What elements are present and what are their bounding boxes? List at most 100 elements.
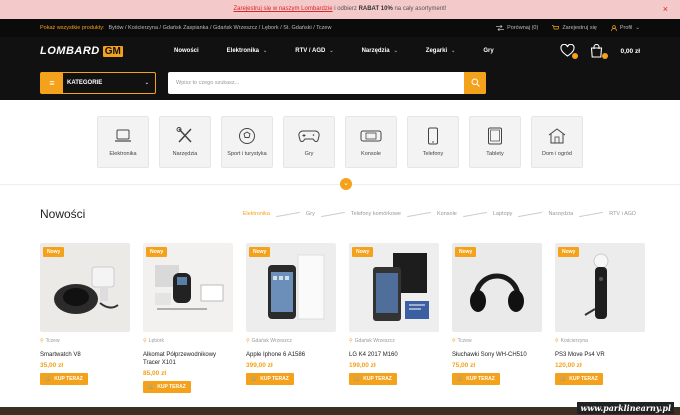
buy-now-button[interactable]: 🛒 KUP TERAZ [349, 373, 397, 385]
category-tile-gry[interactable]: Gry [283, 116, 335, 168]
buy-now-label: KUP TERAZ [569, 376, 598, 382]
menu-item-label: Elektronika [226, 48, 260, 54]
cart-total[interactable]: 0,00 zł [620, 48, 640, 55]
product-image[interactable]: Nowy [349, 243, 439, 332]
close-icon[interactable]: × [663, 0, 668, 19]
product-image[interactable]: Nowy [40, 243, 130, 332]
tab-narzedzia[interactable]: Narzędzia [544, 211, 577, 217]
buy-now-button[interactable]: 🛒 KUP TERAZ [40, 373, 88, 385]
product-location: ⚲ Tczew [452, 338, 542, 344]
buy-now-button[interactable]: 🛒 KUP TERAZ [246, 373, 294, 385]
promo-discount: RABAT 10% [358, 6, 393, 12]
tab-konsole[interactable]: Konsole [433, 211, 461, 217]
product-image[interactable]: Nowy [555, 243, 645, 332]
location-links[interactable]: Bytów / Kościerzyna / Gdańsk Zaspianka /… [109, 25, 332, 31]
category-tile-tablety[interactable]: Tablety [469, 116, 521, 168]
menu-item-nowosci[interactable]: Nowości [174, 48, 199, 54]
category-tile-dom-i-ogrod[interactable]: Dom i ogród [531, 116, 583, 168]
product-name[interactable]: PS3 Move Ps4 VR [555, 351, 645, 359]
tab-divider [320, 211, 345, 217]
product-card[interactable]: Nowy ⚲ Lębork Alkomat Półprzewodnikowy Tr… [143, 243, 233, 393]
show-all-label: Pokaż wszystkie produkty: [40, 25, 105, 31]
scroll-down-button[interactable]: ⌄ [340, 178, 352, 190]
product-image[interactable]: Nowy [143, 243, 233, 332]
tab-rtv-i-agd[interactable]: RTV i AGD [605, 211, 640, 217]
menu-item-gry[interactable]: Gry [483, 48, 493, 54]
category-tile-telefony[interactable]: Telefony [407, 116, 459, 168]
nav-icons: 0,00 zł [560, 43, 640, 59]
category-tile-narzedzia[interactable]: Narzędzia [159, 116, 211, 168]
product-name[interactable]: Słuchawki Sony WH-CH510 [452, 351, 542, 359]
cart-button[interactable] [590, 43, 609, 59]
tab-telefony-komorkowe[interactable]: Telefony komórkowe [347, 211, 405, 217]
buy-now-label: KUP TERAZ [466, 376, 495, 382]
chevron-down-icon: ⌄ [635, 25, 640, 31]
tab-elektronika[interactable]: Elektronika [239, 211, 274, 217]
product-location: ⚲ Gdańsk Wrzeszcz [246, 338, 336, 344]
category-label: Gry [304, 151, 314, 157]
location-label: Lębork [148, 338, 164, 344]
category-label: Dom i ogród [542, 151, 572, 157]
category-tile-elektronika[interactable]: Elektronika [97, 116, 149, 168]
product-name[interactable]: Alkomat Półprzewodnikowy Tracer X101 [143, 351, 233, 367]
tab-laptopy[interactable]: Laptopy [489, 211, 517, 217]
tab-divider [276, 211, 300, 217]
product-name[interactable]: Smartwatch V8 [40, 351, 130, 359]
menu-item-narzedzia[interactable]: Narzędzia ⌄ [362, 48, 398, 54]
location-pin-icon: ⚲ [143, 338, 147, 344]
categories-dropdown[interactable]: ≡ KATEGORIE ⌄ [40, 71, 156, 94]
buy-now-label: KUP TERAZ [260, 376, 289, 382]
profile-link[interactable]: Profil ⌄ [611, 25, 640, 31]
product-card[interactable]: Nowy ⚲ Tczew Smartwatch V8 35,00 zł 🛒 KUP … [40, 243, 130, 393]
product-name[interactable]: LG K4 2017 M160 [349, 351, 439, 359]
location-label: Kościerzyna [560, 338, 588, 344]
location-pin-icon: ⚲ [349, 338, 353, 344]
promo-register-link[interactable]: Zarejestruj się w naszym Lombardzie [234, 6, 333, 12]
buy-now-label: KUP TERAZ [54, 376, 83, 382]
house-icon [546, 127, 568, 145]
profile-label: Profil [619, 25, 633, 31]
promo-middle-text: i odbierz [332, 6, 359, 12]
product-price: 399,00 zł [246, 362, 273, 369]
menu-item-rtv-agd[interactable]: RTV / AGD ⌄ [295, 48, 333, 54]
product-image[interactable]: Nowy [246, 243, 336, 332]
tab-gry[interactable]: Gry [302, 211, 319, 217]
cart-icon: 🛒 [251, 376, 258, 382]
buy-now-button[interactable]: 🛒 KUP TERAZ [143, 381, 191, 393]
menu-item-label: Nowości [174, 48, 199, 54]
register-link[interactable]: Zarejestruj się [552, 25, 597, 31]
product-card[interactable]: Nowy ⚲ Kościerzyna PS3 Move Ps4 VR 120,00… [555, 243, 645, 393]
location-pin-icon: ⚲ [555, 338, 559, 344]
new-badge: Nowy [249, 247, 271, 257]
console-icon [360, 127, 382, 145]
new-badge: Nowy [455, 247, 477, 257]
menu-item-label: RTV / AGD [295, 48, 326, 54]
product-card[interactable]: Nowy ⚲ Gdańsk Wrzeszcz Apple Iphone 6 A15… [246, 243, 336, 393]
product-image[interactable]: Nowy [452, 243, 542, 332]
watermark: www.parklinearny.pl [577, 402, 674, 414]
category-tile-sport[interactable]: Sport i turystyka [221, 116, 273, 168]
buy-now-button[interactable]: 🛒 KUP TERAZ [452, 373, 500, 385]
category-tile-konsole[interactable]: Konsole [345, 116, 397, 168]
product-card[interactable]: Nowy ⚲ Gdańsk Wrzeszcz LG K4 2017 M160 19… [349, 243, 439, 393]
product-price: 199,00 zł [349, 362, 376, 369]
product-location: ⚲ Kościerzyna [555, 338, 645, 344]
search-input[interactable] [168, 79, 464, 86]
product-card[interactable]: Nowy ⚲ Tczew Słuchawki Sony WH-CH510 75,0… [452, 243, 542, 393]
buy-now-button[interactable]: 🛒 KUP TERAZ [555, 373, 603, 385]
menu-item-elektronika[interactable]: Elektronika ⌄ [227, 48, 268, 54]
promo-tail-text: na cały asortyment! [392, 6, 447, 12]
menu-item-label: Narzędzia [361, 48, 390, 54]
logo[interactable]: LOMBARD GM [40, 45, 146, 57]
search-button[interactable] [464, 71, 486, 94]
compare-link[interactable]: Porównaj (0) [496, 25, 538, 31]
wishlist-button[interactable] [560, 43, 579, 59]
news-header: Nowości Elektronika Gry Telefony komórko… [0, 185, 680, 243]
product-location: ⚲ Lębork [143, 338, 233, 344]
chevron-down-icon: ⌄ [144, 79, 149, 86]
menu-item-zegarki[interactable]: Zegarki ⌄ [426, 48, 456, 54]
product-name[interactable]: Apple Iphone 6 A1586 [246, 351, 336, 359]
cart-icon: 🛒 [457, 376, 464, 382]
product-price: 75,00 zł [452, 362, 476, 369]
chevron-down-icon: ⌄ [263, 48, 268, 54]
